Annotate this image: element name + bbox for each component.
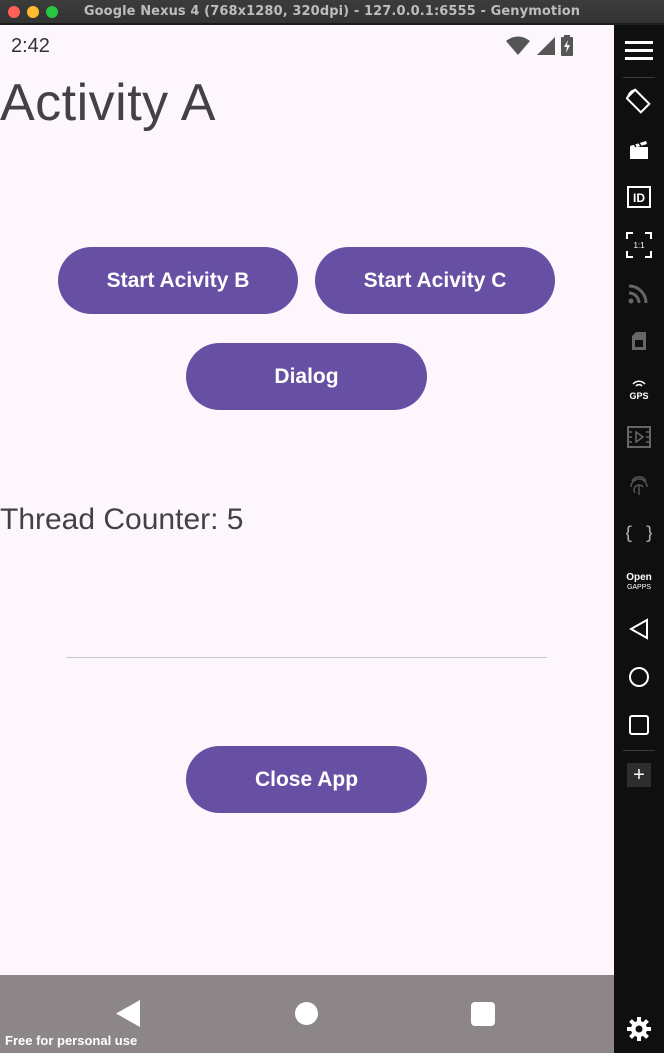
wifi-icon [506, 36, 530, 55]
plus-icon[interactable]: + [614, 755, 664, 795]
window-titlebar: Google Nexus 4 (768x1280, 320dpi) - 127.… [0, 0, 664, 24]
pixel-perfect-icon[interactable]: 1:1 [614, 225, 664, 265]
opengapps-icon[interactable]: Open GAPPS [614, 561, 664, 601]
recents-icon[interactable] [471, 1002, 495, 1026]
home-icon[interactable] [614, 657, 664, 697]
opengapps-label: Open [626, 572, 652, 583]
toolbar-separator [623, 750, 655, 751]
navigation-bar: Free for personal use [0, 975, 614, 1053]
media-icon[interactable] [614, 417, 664, 457]
cast-icon[interactable] [614, 273, 664, 313]
gps-icon[interactable]: GPS [614, 369, 664, 409]
menu-icon[interactable] [614, 31, 664, 71]
status-time: 2:42 [11, 35, 50, 57]
opengapps-sublabel: GAPPS [627, 584, 651, 591]
svg-text:ID: ID [633, 191, 645, 205]
pixel-perfect-label: 1:1 [633, 241, 645, 250]
recents-icon[interactable] [614, 705, 664, 745]
start-activity-c-button[interactable]: Start Acivity C [315, 247, 555, 314]
start-activity-b-button[interactable]: Start Acivity B [58, 247, 298, 314]
dialog-button[interactable]: Dialog [186, 343, 427, 410]
emulator-toolbar: ID 1:1 GPS { } OpenGAPPS + [614, 25, 664, 1053]
rotate-icon[interactable] [614, 81, 664, 121]
plus-label: + [627, 763, 651, 787]
back-icon[interactable] [116, 1000, 140, 1027]
thread-counter-label: Thread Counter: 5 [0, 503, 244, 536]
status-bar: 2:42 [0, 25, 614, 65]
capture-icon[interactable] [614, 129, 664, 169]
activity-title: Activity A [0, 74, 216, 132]
back-icon[interactable] [614, 609, 664, 649]
divider [66, 657, 547, 658]
gps-label: GPS [629, 391, 648, 401]
signal-icon [537, 37, 555, 55]
watermark-text: Free for personal use [5, 1033, 138, 1048]
toolbar-separator [623, 77, 655, 78]
device-screen: 2:42 Activity A Start Acivity B Start Ac… [0, 25, 614, 1053]
sim-icon[interactable] [614, 321, 664, 361]
settings-icon[interactable] [614, 1009, 664, 1049]
home-icon[interactable] [295, 1002, 318, 1025]
battery-icon [561, 35, 573, 56]
braces-icon[interactable]: { } [614, 513, 664, 553]
braces-label: { } [626, 523, 652, 544]
close-app-button[interactable]: Close App [186, 746, 427, 813]
id-icon[interactable]: ID [614, 177, 664, 217]
status-icons [506, 35, 574, 57]
fingerprint-icon[interactable] [614, 465, 664, 505]
window-title: Google Nexus 4 (768x1280, 320dpi) - 127.… [83, 4, 581, 19]
